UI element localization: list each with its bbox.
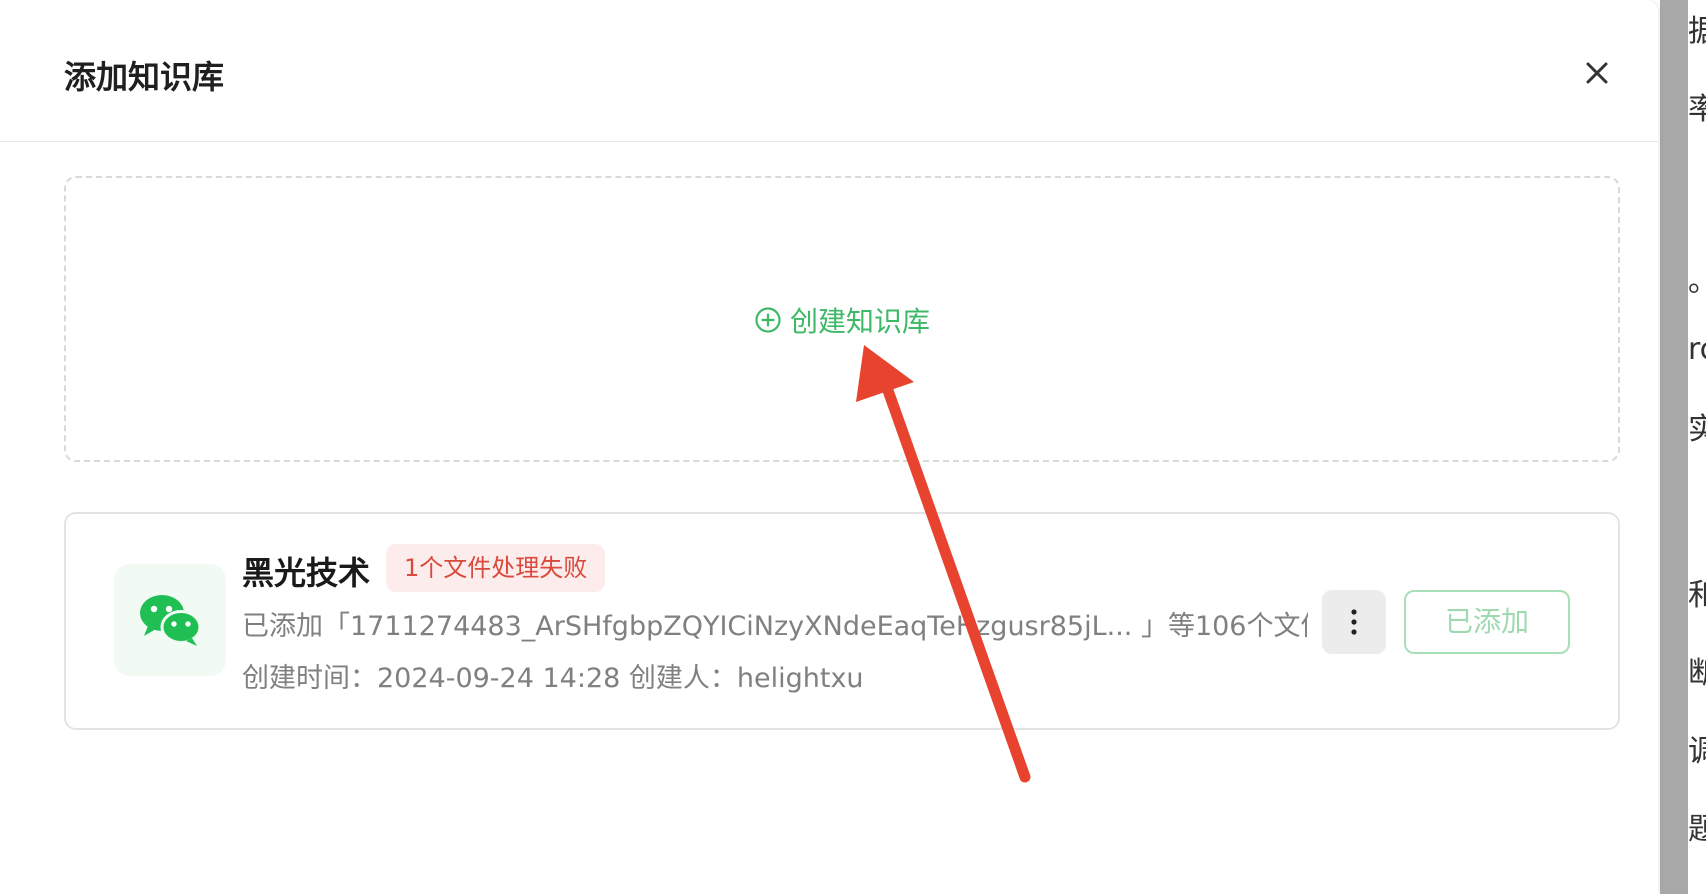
background-text: 调: [1688, 734, 1706, 769]
dialog-title: 添加知识库: [64, 58, 225, 96]
background-text: 题: [1688, 812, 1706, 847]
create-knowledge-base-label: 创建知识库: [790, 305, 931, 338]
background-text: rc: [1688, 332, 1706, 367]
more-vertical-icon: [1351, 609, 1357, 635]
background-text: 和: [1688, 578, 1706, 613]
close-button[interactable]: [1578, 54, 1616, 92]
background-text: 断: [1688, 656, 1706, 691]
close-icon: [1586, 62, 1608, 84]
background-text: 实: [1688, 412, 1706, 447]
background-text: 据: [1688, 14, 1706, 49]
create-knowledge-base-button[interactable]: 创建知识库: [754, 298, 930, 342]
knowledge-base-files-summary: 已添加「1711274483_ArSHfgbpZQYICiNzyXNdeEaqT…: [242, 611, 1308, 642]
status-badge: 1个文件处理失败: [386, 544, 606, 592]
background-text: 率: [1688, 92, 1706, 127]
more-options-button[interactable]: [1322, 590, 1386, 654]
knowledge-base-name: 黑光技术: [242, 554, 371, 592]
background-text: 。: [1688, 256, 1706, 300]
background-overlay: [1660, 0, 1688, 894]
knowledge-base-meta: 创建时间：2024-09-24 14:28 创建人：helightxu: [242, 663, 864, 694]
added-button[interactable]: 已添加: [1404, 590, 1570, 654]
knowledge-base-avatar: [114, 564, 226, 676]
plus-circle-icon: [755, 307, 781, 333]
page: 据 率 。 rc 实 和 断 调 题 添加知识库 创建知识库: [0, 0, 1706, 894]
add-knowledge-base-dialog: 添加知识库 创建知识库 黑光技术 1个文件处理失败 已添加「1711274483…: [0, 0, 1658, 894]
wechat-icon: [140, 595, 202, 646]
dialog-header: 添加知识库: [0, 0, 1658, 142]
